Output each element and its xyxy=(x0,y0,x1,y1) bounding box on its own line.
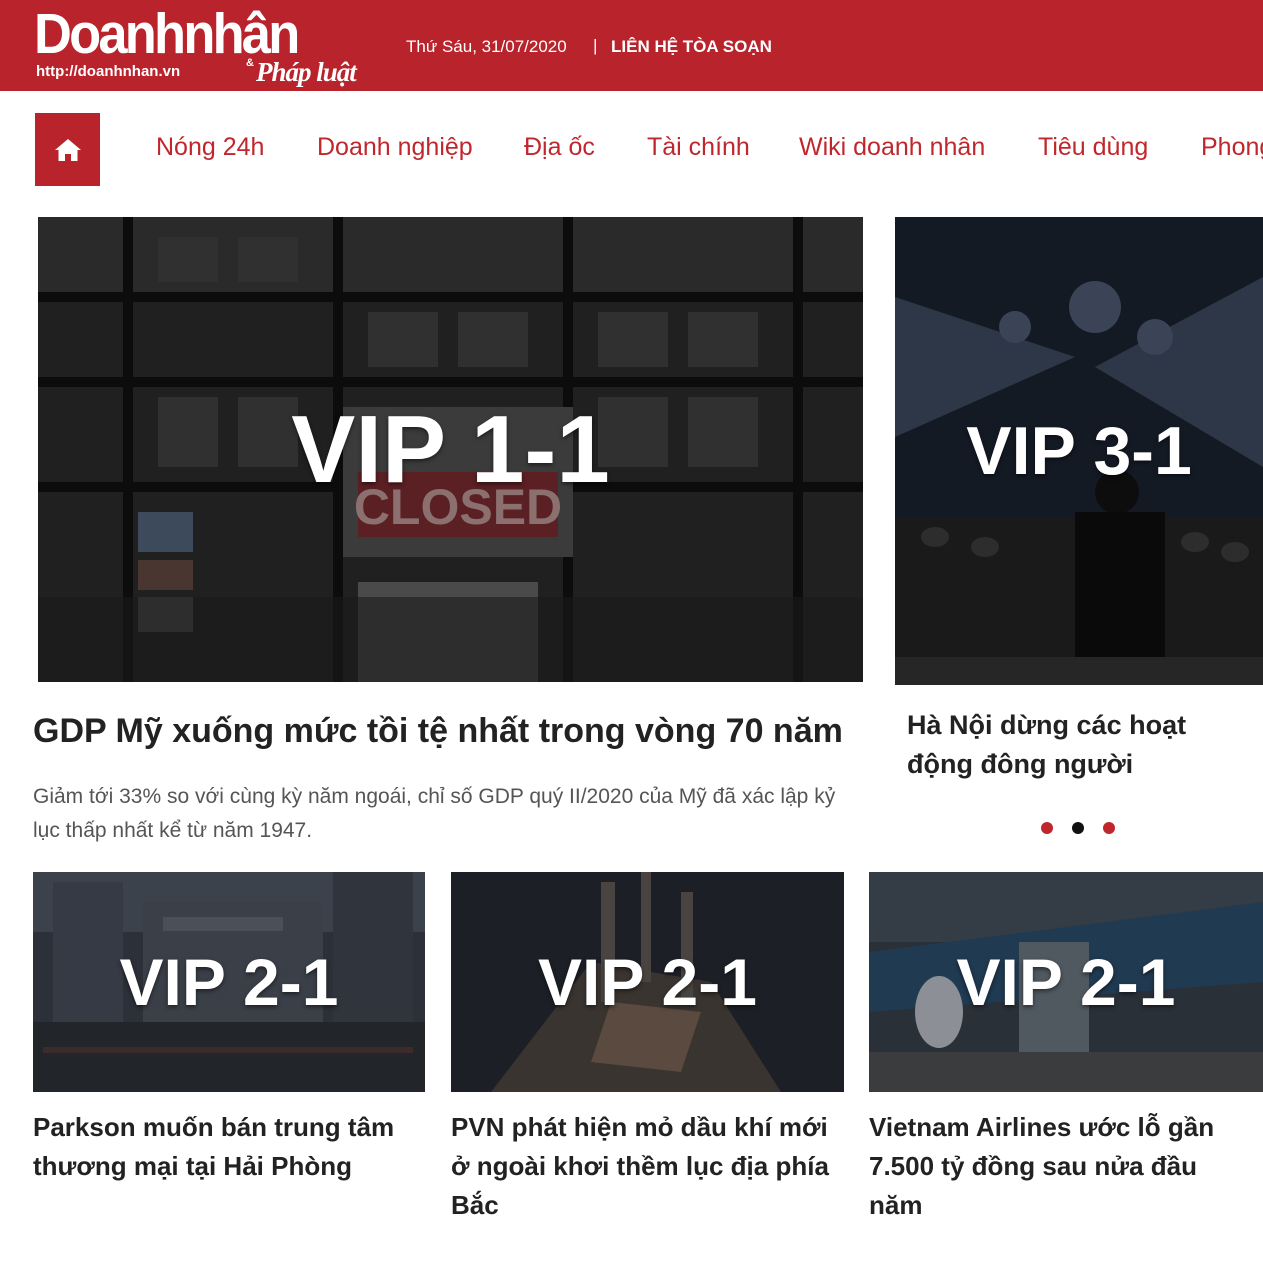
vip-label: VIP 2-1 xyxy=(538,945,757,1019)
nav-item-wiki-doanh-nhan[interactable]: Wiki doanh nhân xyxy=(799,133,985,162)
vip-label: VIP 2-1 xyxy=(119,945,339,1019)
nav-item-phong[interactable]: Phong xyxy=(1201,133,1263,162)
header-separator: | xyxy=(593,36,598,55)
article-image[interactable]: VIP 2-1 xyxy=(33,872,425,1092)
logo-url: http://doanhnhan.vn xyxy=(36,63,181,80)
featured-side-image[interactable]: VIP 3-1 xyxy=(895,217,1263,685)
vip-label: VIP 2-1 xyxy=(956,945,1176,1019)
featured-main-image[interactable]: CLOSED VIP 1-1 xyxy=(38,217,863,682)
article-headline[interactable]: PVN phát hiện mỏ dầu khí mới ở ngoài khơ… xyxy=(451,1108,846,1225)
nav-item-dia-oc[interactable]: Địa ốc xyxy=(524,133,595,162)
home-icon xyxy=(54,138,81,161)
main-summary: Giảm tới 33% so với cùng kỳ năm ngoái, c… xyxy=(33,785,836,842)
vip-label: VIP 3-1 xyxy=(966,413,1192,489)
vip-label: VIP 1-1 xyxy=(291,395,610,503)
site-logo[interactable]: Doanhnhân http://doanhnhan.vn & Pháp luậ… xyxy=(34,0,394,91)
main-headline[interactable]: GDP Mỹ xuống mức tồi tệ nhất trong vòng … xyxy=(33,712,873,751)
side-headline[interactable]: Hà Nội dừng các hoạt động đông người xyxy=(907,706,1257,784)
slider-dot[interactable] xyxy=(1103,822,1115,834)
article-image[interactable]: VIP 2-1 xyxy=(451,872,844,1092)
nav-item-tieu-dung[interactable]: Tiêu dùng xyxy=(1038,133,1148,162)
article-headline[interactable]: Parkson muốn bán trung tâm thương mại tạ… xyxy=(33,1108,428,1186)
nav-item-nong-24h[interactable]: Nóng 24h xyxy=(156,133,264,162)
home-button[interactable] xyxy=(35,113,100,186)
nav-item-tai-chinh[interactable]: Tài chính xyxy=(647,133,750,162)
slider-dot[interactable] xyxy=(1072,822,1084,834)
logo-subtitle: Pháp luật xyxy=(256,57,357,87)
top-header: Doanhnhân http://doanhnhan.vn & Pháp luậ… xyxy=(0,0,1263,91)
current-date: Thứ Sáu, 31/07/2020 xyxy=(406,37,567,56)
logo-wordmark: Doanhnhân xyxy=(34,2,300,66)
slider-dot[interactable] xyxy=(1041,822,1053,834)
article-image[interactable]: VIP 2-1 xyxy=(869,872,1263,1092)
logo-ampersand: & xyxy=(246,57,254,69)
nav-item-doanh-nghiep[interactable]: Doanh nghiệp xyxy=(317,133,473,162)
contact-link[interactable]: LIÊN HỆ TÒA SOẠN xyxy=(611,37,772,57)
article-headline[interactable]: Vietnam Airlines ước lỗ gần 7.500 tỷ đồn… xyxy=(869,1108,1249,1225)
